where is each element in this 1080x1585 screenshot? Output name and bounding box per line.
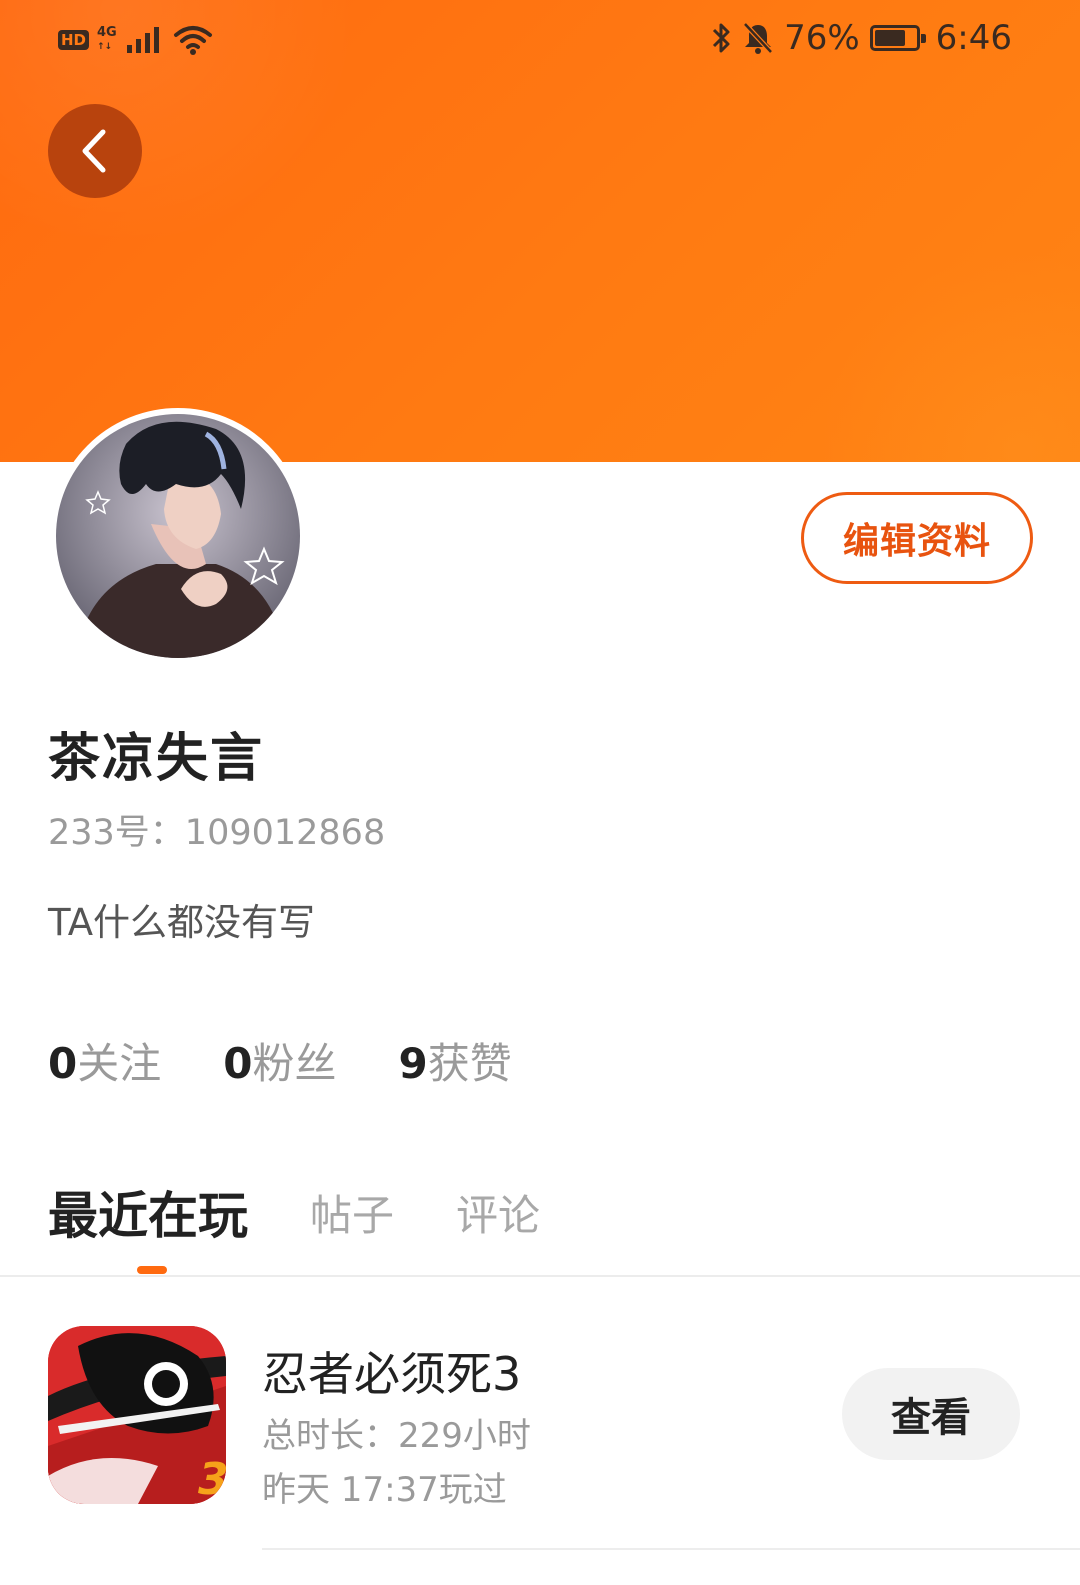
bluetooth-icon <box>713 23 730 53</box>
game-list-item[interactable]: 3 忍者必须死3 总时长：229小时 昨天 17:37玩过 查看 <box>0 1312 1080 1552</box>
avatar[interactable] <box>50 408 306 664</box>
wifi-icon <box>173 26 212 55</box>
likes-count: 9 <box>398 1039 428 1088</box>
tab-recently-played[interactable]: 最近在玩 <box>48 1176 248 1248</box>
view-button[interactable]: 查看 <box>842 1368 1020 1460</box>
bell-off-icon <box>743 22 773 54</box>
active-tab-indicator <box>137 1266 167 1274</box>
avatar-image <box>56 414 300 658</box>
back-button[interactable] <box>48 104 142 198</box>
battery-percent: 76% <box>784 18 860 58</box>
row-divider <box>262 1548 1080 1550</box>
status-right: 76% 6:46 <box>710 18 1012 58</box>
status-left: HD 4G ↑↓ <box>58 24 213 56</box>
ninja-game-icon: 3 <box>48 1326 226 1504</box>
clock: 6:46 <box>935 18 1012 58</box>
tab-posts[interactable]: 帖子 <box>310 1182 394 1243</box>
following-label: 关注 <box>77 1039 162 1088</box>
edit-profile-button[interactable]: 编辑资料 <box>801 492 1033 584</box>
game-last-played: 昨天 17:37玩过 <box>262 1470 507 1510</box>
header-banner <box>0 0 1080 462</box>
tab-comments[interactable]: 评论 <box>456 1182 540 1243</box>
tabs-divider <box>0 1275 1080 1277</box>
followers-label: 粉丝 <box>252 1039 337 1088</box>
battery-icon <box>869 25 926 51</box>
followers-count: 0 <box>223 1039 253 1088</box>
bio: TA什么都没有写 <box>48 901 316 944</box>
likes-label: 获赞 <box>427 1039 512 1088</box>
game-icon-badge: 3 <box>198 1454 226 1504</box>
game-playtime: 总时长：229小时 <box>262 1416 531 1456</box>
network-type: 4G ↑↓ <box>97 25 117 53</box>
stats-bar: 0 关注 0 粉丝 9 获赞 <box>48 1030 512 1091</box>
user-id: 233号：109012868 <box>48 813 386 853</box>
following-stat[interactable]: 0 关注 <box>48 1030 161 1091</box>
battery-fill <box>874 30 905 46</box>
signal-icon <box>126 27 159 53</box>
banner-decoration <box>820 250 1080 462</box>
game-title: 忍者必须死3 <box>262 1347 522 1401</box>
following-count: 0 <box>48 1039 78 1088</box>
hd-badge: HD <box>58 30 90 50</box>
status-bar: HD 4G ↑↓ 76% 6:46 <box>0 18 1080 66</box>
likes-stat[interactable]: 9 获赞 <box>399 1030 512 1091</box>
chevron-left-icon <box>82 129 106 173</box>
followers-stat[interactable]: 0 粉丝 <box>223 1030 336 1091</box>
tab-bar: 最近在玩 帖子 评论 <box>48 1176 602 1248</box>
username: 茶凉失言 <box>48 729 265 789</box>
game-icon: 3 <box>48 1326 226 1504</box>
